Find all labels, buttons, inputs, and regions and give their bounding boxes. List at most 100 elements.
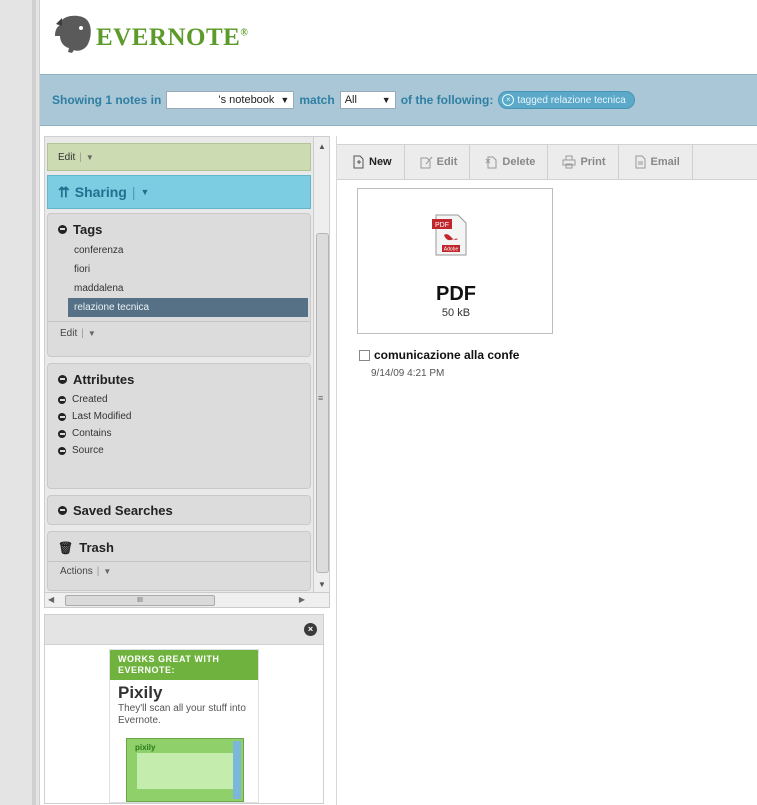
ad-headline: WORKS GREAT WITH EVERNOTE: [110,650,258,680]
tag-item-relazione-tecnica[interactable]: relazione tecnica [68,298,308,317]
ad-card[interactable]: WORKS GREAT WITH EVERNOTE: Pixily They'l… [109,649,259,803]
pdf-file-icon: PDF Adobe [432,214,467,256]
note-title-row: comunicazione alla confe [359,348,519,362]
thumbnail-file-type: PDF [436,283,476,305]
print-label: Print [580,156,606,168]
match-select-value: All [344,94,357,106]
sharing-header[interactable]: ⇈ Sharing | ▼ [47,175,311,209]
print-note-button[interactable]: Print [548,144,619,180]
delete-note-button[interactable]: Delete [470,144,549,180]
delete-label: Delete [502,156,536,168]
ad-panel: × WORKS GREAT WITH EVERNOTE: Pixily They… [44,614,324,804]
attribute-last-modified[interactable]: Last Modified [48,408,310,425]
showing-label: Showing 1 notes in [52,93,162,107]
email-icon [635,155,645,169]
logo-registered-mark: ® [240,27,249,39]
edit-icon [420,156,433,169]
attribute-label: Last Modified [72,411,132,422]
tags-title: Tags [73,222,103,237]
divider: | [81,328,84,339]
scroll-down-icon[interactable]: ▼ [314,577,329,593]
window-frame-edge [32,0,36,805]
chevron-down-icon[interactable]: ▼ [141,187,150,197]
saved-searches-header[interactable]: Saved Searches [48,496,310,522]
edit-note-button[interactable]: Edit [405,144,471,180]
ad-screenshot: pixily [126,738,244,802]
tags-edit-label[interactable]: Edit [60,328,77,339]
expand-icon [58,412,66,421]
trash-header[interactable]: 🗑 Trash [48,532,310,559]
scrollbar-grip-icon: ≡ [318,393,324,403]
pdf-icon-sublabel: Adobe [444,247,459,253]
match-select[interactable]: All ▼ [339,91,396,109]
tag-item-fiori[interactable]: fiori [74,260,310,279]
attributes-header[interactable]: Attributes [48,364,310,391]
chevron-down-icon[interactable]: ▼ [103,567,111,576]
notes-area: New Edit Delete Print Email PDF Adobe PD… [336,136,757,805]
ad-screenshot-logo: pixily [135,743,156,752]
trash-section: 🗑 Trash Actions | ▼ [47,531,311,591]
evernote-logo-text[interactable]: EVERNOTE® [96,24,248,52]
ad-product-name: Pixily [118,683,163,702]
ad-screenshot-content [137,753,233,789]
notebook-select-value: 's notebook [218,94,275,106]
sidebar: Edit | ▼ ⇈ Sharing | ▼ Tags conferenza f… [44,136,330,596]
saved-searches-section: Saved Searches [47,495,311,525]
delete-icon [486,156,497,169]
scroll-right-icon[interactable]: ▶ [299,593,305,607]
attribute-label: Created [72,394,108,405]
chevron-down-icon: ▼ [381,95,391,105]
tag-filter-pill[interactable]: × tagged relazione tecnica [498,91,635,109]
chevron-down-icon: ▼ [280,95,290,105]
notebook-select[interactable]: 's notebook ▼ [166,91,295,109]
note-title[interactable]: comunicazione alla confe [374,348,519,362]
chevron-down-icon[interactable]: ▼ [86,153,94,162]
tags-edit-bar: Edit | ▼ [48,321,310,343]
pdf-icon-label: PDF [435,222,449,229]
trash-title: Trash [79,540,114,555]
expand-icon [58,429,66,438]
tag-item-conferenza[interactable]: conferenza [74,241,310,260]
scrollbar-thumb[interactable] [316,233,329,573]
scrollbar-thumb[interactable]: III [65,595,215,606]
note-toolbar: New Edit Delete Print Email [337,144,757,180]
trash-icon: 🗑 [58,540,74,555]
new-note-button[interactable]: New [337,144,405,180]
notebook-edit-bar[interactable]: Edit | ▼ [47,143,311,171]
sharing-label: Sharing [74,184,127,200]
divider: | [131,184,136,200]
note-date: 9/14/09 4:21 PM [371,368,445,379]
remove-filter-icon[interactable]: × [502,94,515,106]
attributes-section: Attributes Created Last Modified Contain… [47,363,311,489]
evernote-elephant-icon[interactable] [52,14,96,54]
edit-label[interactable]: Edit [58,152,75,163]
attribute-created[interactable]: Created [48,391,310,408]
search-filter-bar: Showing 1 notes in 's notebook ▼ match A… [40,74,757,126]
window-frame-left [0,0,40,805]
expand-icon [58,506,67,515]
email-note-button[interactable]: Email [619,144,693,180]
scroll-up-icon[interactable]: ▲ [314,139,329,155]
new-label: New [369,156,392,168]
sidebar-scrollbar-horizontal[interactable]: ◀ III ▶ [44,592,330,608]
actions-label[interactable]: Actions [60,566,93,577]
ad-header: × [45,615,323,645]
attribute-label: Source [72,445,104,456]
attribute-contains[interactable]: Contains [48,425,310,442]
expand-icon [58,395,66,404]
sidebar-scrollbar-vertical[interactable]: ▲ ≡ ▼ [313,137,329,595]
collapse-icon [58,375,67,384]
tags-header[interactable]: Tags [48,214,310,241]
collapse-icon [58,225,67,234]
note-thumbnail[interactable]: PDF Adobe PDF 50 kB [357,188,553,334]
scroll-left-icon[interactable]: ◀ [48,593,54,607]
chevron-down-icon[interactable]: ▼ [88,329,96,338]
app-header: EVERNOTE® [40,0,757,72]
tag-item-maddalena[interactable]: maddalena [74,279,310,298]
match-label: match [299,93,335,107]
print-icon [562,155,576,169]
note-select-checkbox[interactable] [359,349,370,361]
attribute-source[interactable]: Source [48,442,310,459]
close-icon[interactable]: × [304,623,317,636]
attributes-title: Attributes [73,372,135,387]
